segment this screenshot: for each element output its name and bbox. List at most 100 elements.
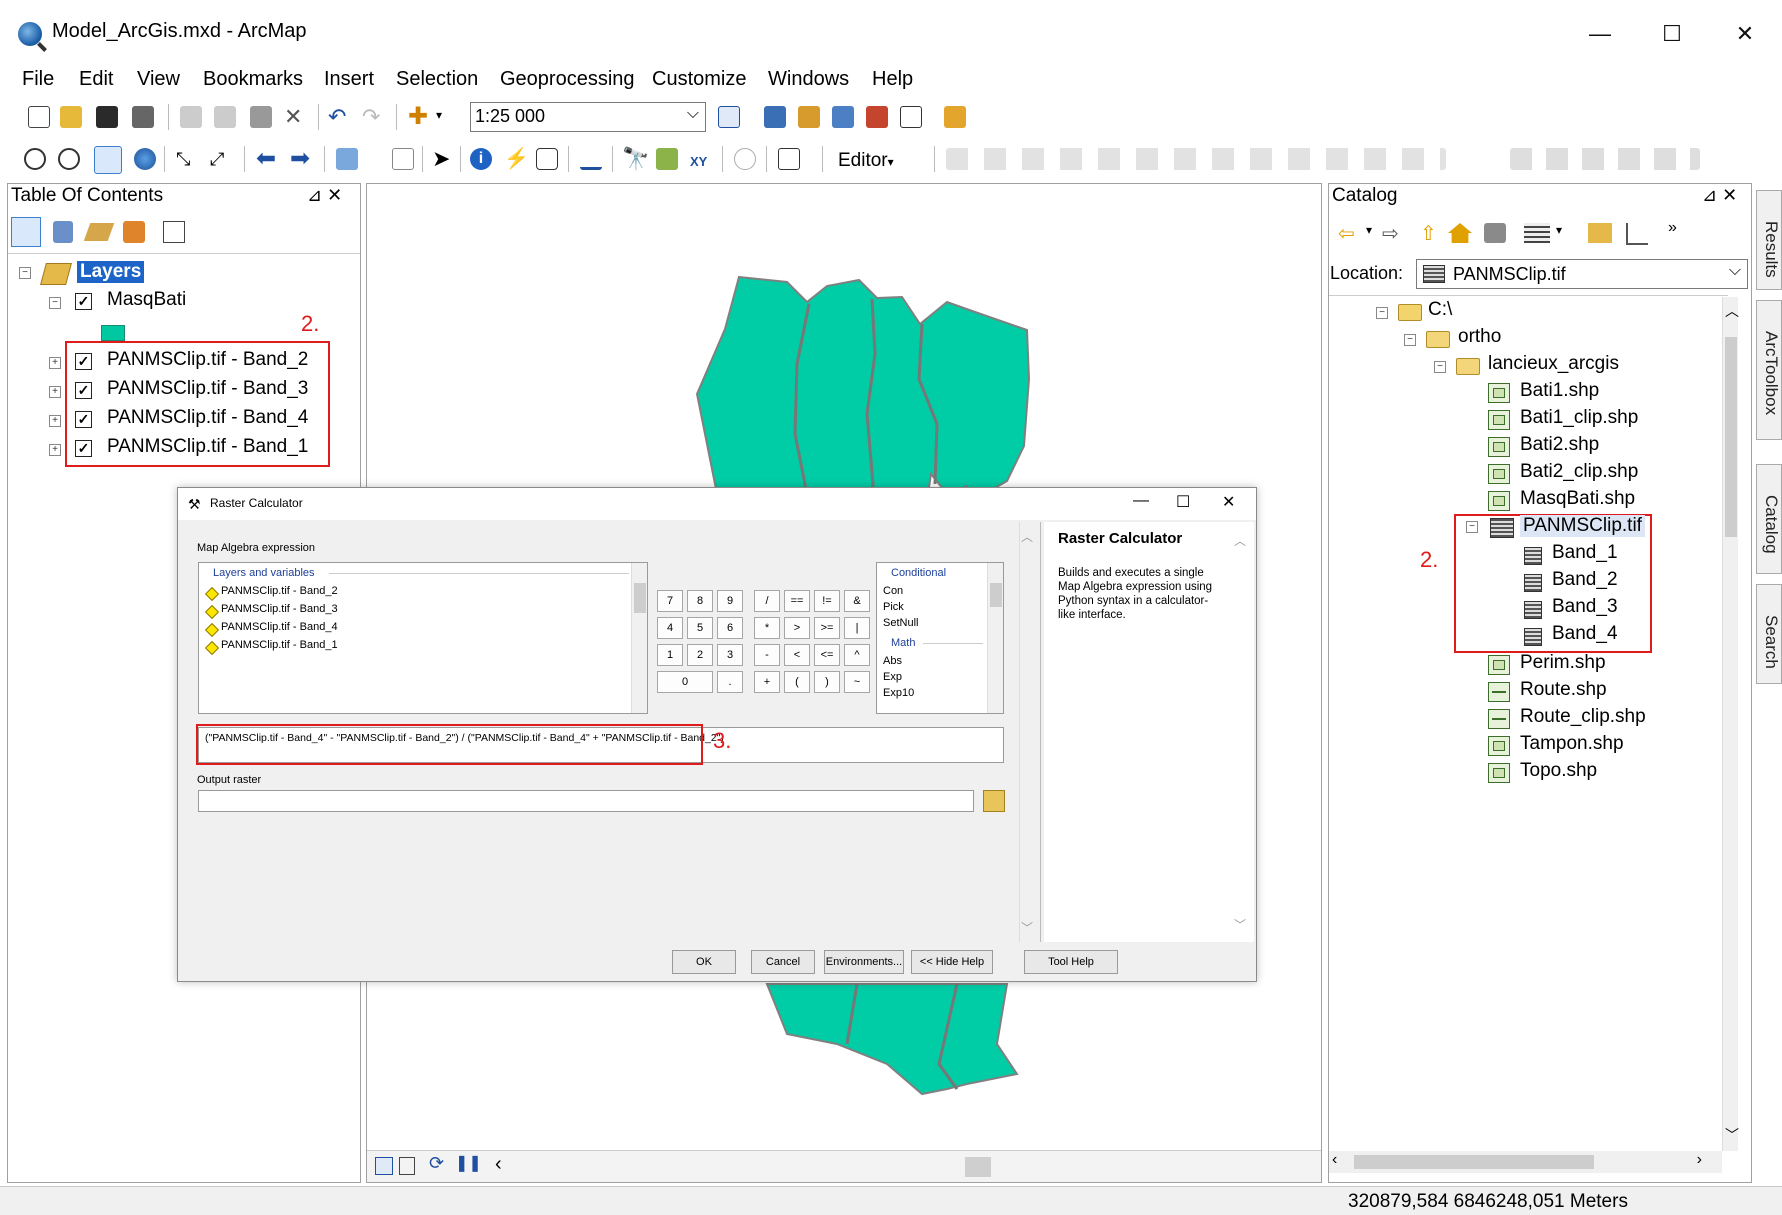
calc-key-less-equal[interactable]: <= [814,644,840,666]
environments-button[interactable]: Environments... [824,950,904,974]
arctoolbox-icon[interactable] [866,106,888,128]
function-pick[interactable]: Pick [883,601,904,613]
calc-layer-band-1[interactable]: PANMSClip.tif - Band_1 [221,639,338,651]
cancel-button[interactable]: Cancel [751,950,815,974]
pause-drawing-icon[interactable]: ❚❚ [455,1153,482,1173]
side-tab-search[interactable]: Search [1756,584,1782,684]
calc-key-decimal[interactable]: . [717,671,743,693]
pan-hand-icon[interactable] [94,146,122,174]
layout-view-icon[interactable] [399,1157,415,1175]
calc-layer-band-4[interactable]: PANMSClip.tif - Band_4 [221,621,338,633]
copy-icon[interactable] [214,106,236,128]
forward-arrow-icon[interactable]: ➡ [290,147,312,171]
hide-help-button[interactable]: << Hide Help [911,950,993,974]
find-route-icon[interactable] [656,148,678,170]
menu-selection[interactable]: Selection [396,68,478,91]
calc-key-or[interactable]: | [844,617,870,639]
calc-layer-band-3[interactable]: PANMSClip.tif - Band_3 [221,603,338,615]
tool-help-button[interactable]: Tool Help [1024,950,1118,974]
find-binoculars-icon[interactable]: 🔭 [622,148,649,170]
time-slider-icon[interactable] [734,148,756,170]
calc-key-open-paren[interactable]: ( [784,671,810,693]
calc-key-multiply[interactable]: * [754,617,780,639]
identify-icon[interactable]: i [470,148,492,170]
scroll-down-arrow-icon[interactable]: ﹀ [1021,919,1033,936]
search-window-icon[interactable] [832,106,854,128]
menu-help[interactable]: Help [872,68,913,91]
zoom-out-icon[interactable] [58,148,80,170]
menu-edit[interactable]: Edit [79,68,113,91]
layers-and-variables-list[interactable]: Layers and variables PANMSClip.tif - Ban… [198,562,648,714]
minimize-button[interactable]: — [1580,14,1620,54]
select-features-icon[interactable] [336,148,358,170]
output-raster-input[interactable] [198,790,974,812]
functions-scroll-thumb[interactable] [990,583,1002,607]
menu-customize[interactable]: Customize [652,68,746,91]
redo-icon[interactable]: ↷ [362,106,384,128]
function-exp[interactable]: Exp [883,671,902,683]
dialog-minimize-button[interactable]: — [1133,492,1149,510]
editor-toolbar-icon[interactable] [718,106,740,128]
scroll-up-arrow-icon[interactable]: ︿ [1234,532,1246,549]
function-abs[interactable]: Abs [883,655,902,667]
scroll-up-arrow-icon[interactable]: ︿ [1021,528,1033,545]
calc-key-divide[interactable]: / [754,590,780,612]
side-tab-results[interactable]: Results [1756,190,1782,290]
new-document-icon[interactable] [28,106,50,128]
select-elements-pointer-icon[interactable]: ➤ [432,148,454,170]
calc-key-not[interactable]: ~ [844,671,870,693]
side-tab-arctoolbox[interactable]: ArcToolbox [1756,300,1782,440]
calc-key-1[interactable]: 1 [657,644,683,666]
calc-key-equal[interactable]: == [784,590,810,612]
calc-key-xor[interactable]: ^ [844,644,870,666]
html-popup-icon[interactable] [536,148,558,170]
catalog-window-icon[interactable] [798,106,820,128]
refresh-icon[interactable]: ⟳ [429,1153,444,1174]
side-tab-catalog[interactable]: Catalog [1756,464,1782,574]
hyperlink-icon[interactable]: ⚡ [504,148,529,170]
dialog-close-button[interactable]: ✕ [1222,492,1235,512]
dialog-left-scrollbar[interactable]: ︿ ﹀ [1019,522,1035,942]
functions-list[interactable]: Conditional Con Pick SetNull Math Abs Ex… [876,562,1004,714]
paste-icon[interactable] [250,106,272,128]
maximize-button[interactable]: ☐ [1652,14,1692,54]
fixed-zoom-out-icon[interactable]: ⤢ [210,148,232,170]
undo-icon[interactable]: ↶ [328,106,350,128]
menu-insert[interactable]: Insert [324,68,374,91]
map-scale-dropdown[interactable]: 1:25 000 ⌵ [470,102,706,132]
calc-key-minus[interactable]: - [754,644,780,666]
calc-layer-band-2[interactable]: PANMSClip.tif - Band_2 [221,585,338,597]
menu-view[interactable]: View [137,68,180,91]
magnifier-window-icon[interactable] [778,148,800,170]
calc-key-7[interactable]: 7 [657,590,683,612]
calc-key-8[interactable]: 8 [687,590,713,612]
python-window-icon[interactable] [900,106,922,128]
calc-key-and[interactable]: & [844,590,870,612]
dialog-maximize-button[interactable]: ☐ [1176,492,1190,512]
scroll-left-arrow-icon[interactable]: ‹ [495,1153,502,1176]
calc-key-3[interactable]: 3 [717,644,743,666]
print-icon[interactable] [132,106,154,128]
save-icon[interactable] [96,106,118,128]
function-con[interactable]: Con [883,585,903,597]
go-to-xy-icon[interactable]: XY [690,148,712,170]
editor-menu[interactable]: Editor▾ [838,150,894,172]
ok-button[interactable]: OK [672,950,736,974]
calc-key-not-equal[interactable]: != [814,590,840,612]
scroll-down-arrow-icon[interactable]: ﹀ [1234,916,1246,933]
calc-key-plus[interactable]: + [754,671,780,693]
function-exp10[interactable]: Exp10 [883,687,914,699]
full-extent-globe-icon[interactable] [134,148,156,170]
map-polygon-south[interactable] [765,983,1019,1096]
open-folder-icon[interactable] [60,106,82,128]
browse-folder-icon[interactable] [983,790,1005,812]
calc-key-less[interactable]: < [784,644,810,666]
calc-key-9[interactable]: 9 [717,590,743,612]
zoom-in-icon[interactable] [24,148,46,170]
menu-windows[interactable]: Windows [768,68,849,91]
calc-key-greater[interactable]: > [784,617,810,639]
calc-key-5[interactable]: 5 [687,617,713,639]
modelbuilder-icon[interactable] [944,106,966,128]
calc-key-0[interactable]: 0 [657,671,713,693]
add-data-dropdown-icon[interactable]: ▾ [436,108,458,130]
